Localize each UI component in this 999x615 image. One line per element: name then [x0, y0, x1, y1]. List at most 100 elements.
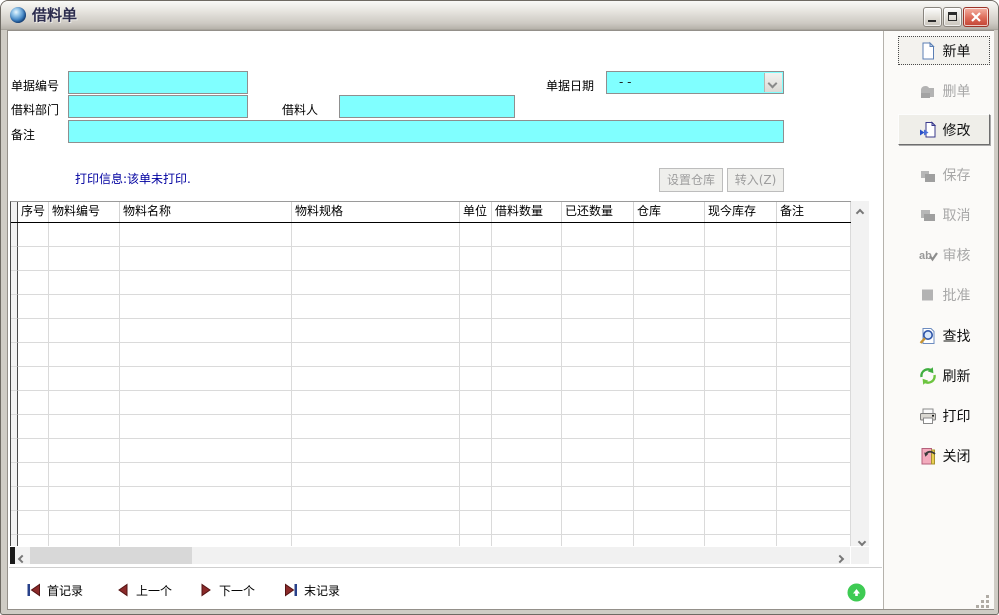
print-action-button[interactable]: 打印: [898, 402, 990, 430]
scroll-right-button[interactable]: [834, 547, 850, 564]
table-cell: [705, 463, 777, 487]
table-cell: [562, 391, 634, 415]
table-cell: [634, 391, 705, 415]
remark-input[interactable]: [68, 120, 784, 143]
table-row[interactable]: [11, 511, 851, 535]
table-cell: [120, 319, 292, 343]
doc-date-value: - -: [619, 75, 631, 89]
table-cell: [460, 247, 492, 271]
table-cell: [18, 271, 49, 295]
column-header[interactable]: 现今库存: [705, 202, 777, 222]
column-header[interactable]: 物料规格: [292, 202, 460, 222]
scroll-down-button[interactable]: [851, 530, 869, 546]
status-green-icon[interactable]: [847, 583, 866, 602]
first-record-button[interactable]: 首记录: [27, 580, 83, 600]
refresh-action-button[interactable]: 刷新: [898, 362, 990, 390]
modify-action-button[interactable]: 修改: [898, 114, 990, 145]
table-row[interactable]: [11, 535, 851, 546]
maximize-button[interactable]: [943, 7, 962, 27]
next-record-icon: [199, 583, 213, 597]
remark-label: 备注: [11, 126, 35, 143]
close-button[interactable]: [963, 7, 989, 27]
print-icon: [918, 406, 938, 426]
table-row[interactable]: [11, 439, 851, 463]
column-header[interactable]: 仓库: [634, 202, 705, 222]
new-action-button[interactable]: 新单: [898, 36, 990, 65]
last-record-button[interactable]: 末记录: [284, 580, 340, 600]
borrower-label: 借料人: [282, 101, 318, 118]
table-cell: [292, 487, 460, 511]
resize-grip[interactable]: [973, 593, 991, 607]
table-cell: [634, 319, 705, 343]
table-cell: [492, 415, 562, 439]
column-header[interactable]: 备注: [777, 202, 851, 222]
table-cell: [460, 487, 492, 511]
next-record-button[interactable]: 下一个: [199, 580, 255, 600]
find-action-button[interactable]: 查找: [898, 322, 990, 350]
table-cell: [18, 247, 49, 271]
scroll-up-button[interactable]: [851, 201, 869, 217]
cancel-action-button: 取消: [898, 201, 990, 229]
dept-input[interactable]: [68, 95, 248, 118]
app-window: 借料单 单据编号 单据日期 - - 借料部门 借料人 备注 打印信息:该单未打印…: [0, 0, 999, 615]
column-header[interactable]: 物料编号: [49, 202, 120, 222]
prev-record-button[interactable]: 上一个: [116, 580, 172, 600]
table-row[interactable]: [11, 415, 851, 439]
table-cell: [18, 391, 49, 415]
column-header[interactable]: 序号: [18, 202, 49, 222]
table-cell: [562, 439, 634, 463]
column-header[interactable]: 已还数量: [562, 202, 634, 222]
table-cell: [18, 319, 49, 343]
save-icon: [918, 165, 938, 185]
table-row[interactable]: [11, 223, 851, 247]
scroll-left-button[interactable]: [15, 547, 30, 564]
column-header[interactable]: 物料名称: [120, 202, 292, 222]
horizontal-scrollbar[interactable]: [10, 547, 850, 564]
table-cell: [705, 391, 777, 415]
refresh-icon: [918, 366, 938, 386]
selector-column-header[interactable]: [11, 202, 18, 222]
table-cell: [120, 343, 292, 367]
borrower-input[interactable]: [339, 95, 515, 118]
doc-no-input[interactable]: [68, 71, 248, 94]
titlebar[interactable]: 借料单: [1, 1, 999, 30]
app-globe-icon: [10, 7, 26, 23]
table-cell: [460, 391, 492, 415]
table-cell: [18, 487, 49, 511]
h-scrollbar-thumb[interactable]: [30, 547, 192, 564]
table-row[interactable]: [11, 319, 851, 343]
table-cell: [18, 223, 49, 247]
table-row[interactable]: [11, 343, 851, 367]
table-cell: [634, 271, 705, 295]
doc-date-combobox[interactable]: - -: [606, 71, 784, 94]
column-header[interactable]: 借料数量: [492, 202, 562, 222]
table-row[interactable]: [11, 295, 851, 319]
modify-doc-icon: [918, 120, 938, 140]
minimize-button[interactable]: [923, 7, 942, 27]
doc-date-dropdown-button[interactable]: [764, 73, 782, 92]
table-row[interactable]: [11, 367, 851, 391]
table-cell: [562, 247, 634, 271]
cancel-icon: [918, 205, 938, 225]
sidebar-button-label: 打印: [943, 406, 971, 426]
find-icon: [918, 326, 938, 346]
table-row[interactable]: [11, 271, 851, 295]
table-row[interactable]: [11, 487, 851, 511]
table-cell: [562, 223, 634, 247]
table-cell: [777, 439, 851, 463]
table-row[interactable]: [11, 391, 851, 415]
table-cell: [292, 319, 460, 343]
close-action-button[interactable]: 关闭: [898, 442, 990, 470]
table-cell: [11, 463, 18, 487]
table-row[interactable]: [11, 247, 851, 271]
table-cell: [11, 343, 18, 367]
table-row[interactable]: [11, 463, 851, 487]
column-header[interactable]: 单位: [460, 202, 492, 222]
vertical-scrollbar[interactable]: [851, 201, 869, 546]
table-cell: [492, 247, 562, 271]
table-cell: [634, 247, 705, 271]
sidebar-button-label: 取消: [943, 205, 971, 225]
table-cell: [705, 319, 777, 343]
close-door-icon: [918, 446, 938, 466]
table-cell: [634, 415, 705, 439]
